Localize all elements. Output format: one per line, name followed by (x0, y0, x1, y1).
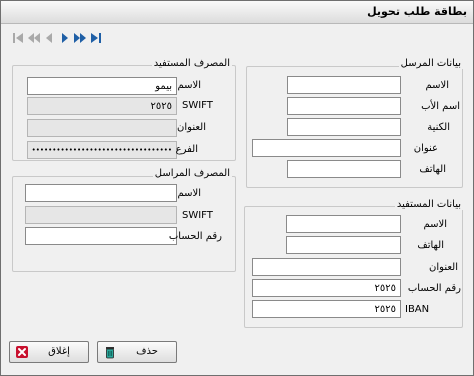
beneficiary-address-field[interactable] (252, 258, 401, 276)
correspondent-bank-legend: المصرف المراسل (152, 168, 232, 179)
sender-surname-field[interactable] (287, 118, 401, 136)
sender-name-field[interactable] (287, 76, 401, 94)
beneficiary-bank-name-field[interactable] (27, 77, 177, 95)
beneficiary-iban-field[interactable] (252, 300, 401, 318)
beneficiary-name-field[interactable] (286, 215, 401, 233)
correspondent-bank-account-field[interactable] (25, 227, 177, 245)
last-record-icon[interactable] (90, 32, 102, 46)
close-button-label: إغلاق (48, 346, 70, 357)
next-record-icon[interactable] (60, 32, 70, 46)
beneficiary-bank-swift-field[interactable] (27, 97, 177, 115)
close-button[interactable]: إغلاق (9, 341, 89, 363)
window-title: بطاقة طلب تحويل (367, 5, 467, 18)
beneficiary-phone-label: الهاتف (417, 240, 444, 251)
beneficiary-legend: بيانات المستفيد (394, 199, 463, 210)
sender-phone-label: الهاتف (419, 164, 446, 175)
trash-icon (103, 345, 117, 359)
beneficiary-address-label: العنوان (429, 262, 458, 273)
previous-record-icon[interactable] (44, 32, 54, 46)
correspondent-bank-swift-field[interactable] (25, 206, 177, 224)
beneficiary-bank-address-field[interactable] (27, 119, 177, 137)
beneficiary-bank-address-label: العنوان (177, 122, 206, 133)
sender-legend: بيانات المرسل (398, 58, 463, 69)
beneficiary-account-label: رقم الحساب (407, 283, 461, 294)
fast-forward-icon[interactable] (73, 32, 87, 46)
beneficiary-bank-branch-label: الفرع (175, 144, 198, 155)
correspondent-bank-swift-label: SWIFT (182, 210, 213, 221)
delete-button-label: حذف (136, 346, 158, 357)
sender-phone-field[interactable] (287, 160, 401, 178)
sender-address-label: عنوان (413, 143, 438, 154)
sender-name-label: الاسم (425, 80, 449, 91)
beneficiary-name-label: الاسم (423, 219, 447, 230)
sender-father-name-label: اسم الأب (421, 101, 460, 112)
beneficiary-bank-legend: المصرف المستفيد (151, 58, 232, 69)
delete-button[interactable]: حذف (97, 341, 177, 363)
beneficiary-bank-swift-label: SWIFT (182, 100, 213, 111)
rewind-icon[interactable] (27, 32, 41, 46)
beneficiary-bank-name-label: الاسم (177, 80, 201, 91)
sender-address-field[interactable] (252, 139, 401, 157)
sender-father-name-field[interactable] (287, 97, 401, 115)
close-x-icon (15, 345, 29, 359)
beneficiary-bank-branch-field[interactable] (27, 141, 177, 159)
beneficiary-account-field[interactable] (252, 279, 401, 297)
correspondent-bank-name-field[interactable] (25, 184, 177, 202)
correspondent-bank-name-label: الاسم (177, 188, 201, 199)
sender-surname-label: الكنية (427, 122, 450, 133)
beneficiary-iban-label: IBAN (405, 304, 430, 315)
title-bar: بطاقة طلب تحويل (1, 1, 473, 24)
correspondent-bank-account-label: رقم الحساب (168, 231, 222, 242)
first-record-icon[interactable] (12, 32, 24, 46)
beneficiary-phone-field[interactable] (286, 236, 401, 254)
